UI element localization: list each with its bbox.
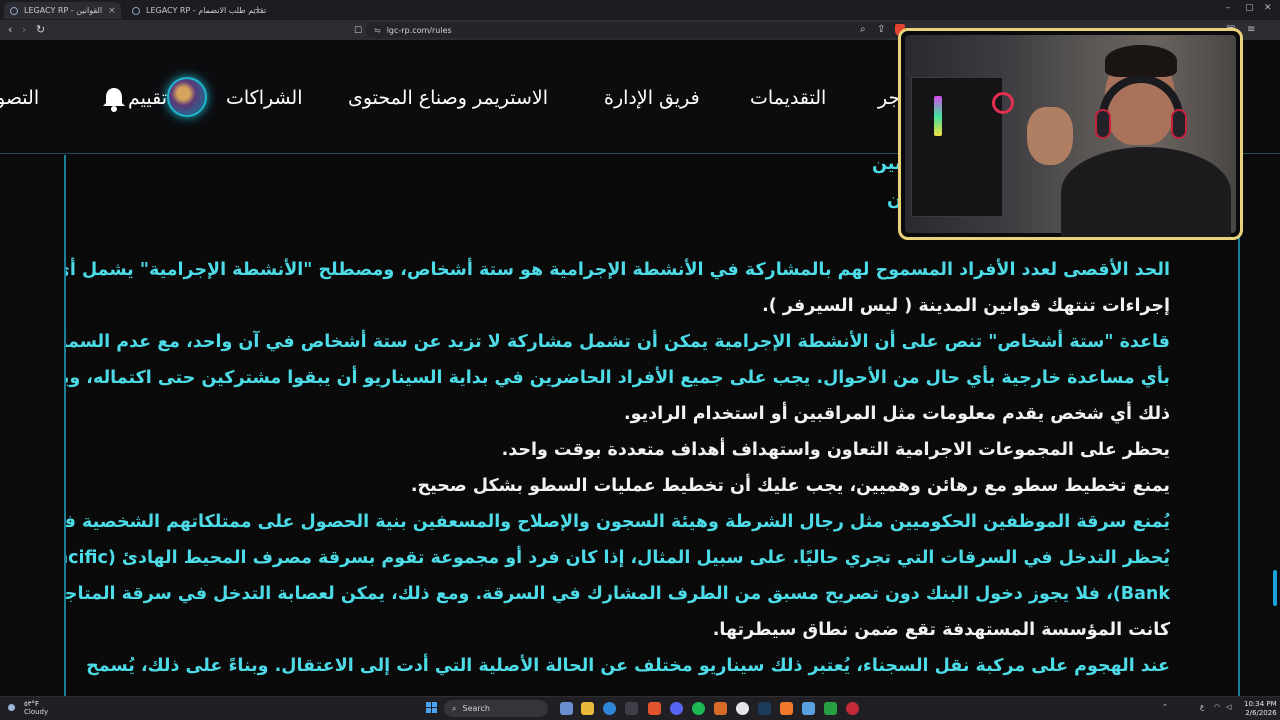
nav-item-rating[interactable]: تقييم bbox=[128, 87, 167, 109]
maximize-icon[interactable]: ▢ bbox=[1245, 3, 1254, 13]
keyboard-language[interactable]: ع bbox=[1200, 703, 1204, 711]
search-placeholder: Search bbox=[462, 704, 490, 713]
rule-line: يمنع تخطيط سطو مع رهائن وهميين، يجب عليك… bbox=[410, 476, 1170, 496]
zoom-icon[interactable]: ⌕ bbox=[860, 24, 866, 35]
address-bar[interactable]: ⇋ lgc-rp.com/rules bbox=[366, 22, 906, 38]
discord-icon[interactable] bbox=[670, 702, 683, 715]
nav-item-partial-left[interactable]: التصو bbox=[0, 87, 39, 109]
app-icon-2[interactable] bbox=[846, 702, 859, 715]
url-text[interactable]: lgc-rp.com/rules bbox=[387, 26, 452, 35]
steam-icon[interactable] bbox=[758, 702, 771, 715]
search-icon: ⌕ bbox=[452, 703, 457, 713]
close-tab-icon[interactable]: × bbox=[108, 6, 116, 16]
headphone-cup-left bbox=[1095, 109, 1111, 139]
launcher-icon[interactable] bbox=[802, 702, 815, 715]
cloud-icon bbox=[8, 704, 15, 711]
wifi-icon[interactable]: ◠ bbox=[1214, 703, 1220, 711]
brave-icon[interactable] bbox=[648, 702, 661, 715]
browser-tab-active[interactable]: LEGACY RP - القوانين × bbox=[4, 2, 121, 19]
bell-icon[interactable] bbox=[100, 85, 128, 113]
rgb-ram-image bbox=[934, 96, 942, 136]
system-clock[interactable]: 10:34 PM 2/6/2026 bbox=[1244, 700, 1277, 718]
obs-icon[interactable] bbox=[736, 702, 749, 715]
rule-line: Bank)، فلا يجوز دخول البنك دون تصريح مسب… bbox=[64, 584, 1170, 604]
volume-icon[interactable]: ◁ bbox=[1226, 703, 1231, 711]
nav-item-applications[interactable]: التقديمات bbox=[750, 87, 826, 109]
site-info-icon[interactable]: ⇋ bbox=[374, 26, 381, 35]
webcam-overlay bbox=[898, 28, 1243, 240]
spotify-icon[interactable] bbox=[692, 702, 705, 715]
rule-line: إجراءات تنتهك قوانين المدينة ( ليس السير… bbox=[762, 296, 1170, 316]
nav-item-partial-right[interactable]: جر bbox=[878, 87, 900, 109]
rule-line: ذلك أي شخص يقدم معلومات مثل المراقبين أو… bbox=[623, 404, 1170, 424]
task-view-icon[interactable] bbox=[560, 702, 573, 715]
streamer-shirt bbox=[1061, 147, 1231, 237]
forward-icon[interactable]: › bbox=[22, 23, 26, 37]
clock-time: 10:34 PM bbox=[1244, 700, 1277, 708]
tab-title: LEGACY RP - القوانين bbox=[24, 6, 103, 15]
share-icon[interactable]: ⇪ bbox=[877, 24, 885, 35]
xbox-icon[interactable] bbox=[824, 702, 837, 715]
windows-start-icon[interactable] bbox=[426, 702, 438, 714]
weather-temp: ٥٣°F bbox=[24, 700, 40, 708]
streamer-hair bbox=[1105, 45, 1177, 77]
nav-item-admin-team[interactable]: فريق الإدارة bbox=[604, 87, 700, 109]
weather-widget[interactable]: ٥٣°F Cloudy bbox=[8, 700, 48, 716]
tray-chevron-icon[interactable]: ⌃ bbox=[1162, 703, 1168, 711]
webcam-feed bbox=[905, 35, 1236, 237]
windows-taskbar: ٥٣°F Cloudy ⌕ Search ⌃ ع ◠ ◁ 10:34 PM 2/… bbox=[0, 696, 1280, 720]
rgb-fan-image bbox=[992, 92, 1014, 114]
rule-line: الحد الأقصى لعدد الأفراد المسموح لهم بال… bbox=[64, 260, 1170, 280]
menu-icon[interactable]: ≡ bbox=[1247, 24, 1255, 35]
new-tab-button[interactable]: + bbox=[253, 3, 262, 16]
site-favicon-icon bbox=[132, 6, 140, 15]
game-icon[interactable] bbox=[780, 702, 793, 715]
nav-item-partnerships[interactable]: الشراكات bbox=[226, 87, 303, 109]
weather-text: Cloudy bbox=[24, 708, 49, 716]
bookmark-icon[interactable]: ☐ bbox=[354, 24, 362, 38]
clock-date: 2/6/2026 bbox=[1245, 709, 1277, 717]
scrollbar-thumb[interactable] bbox=[1273, 570, 1277, 606]
rule-line: بأي مساعدة خارجية بأي حال من الأحوال. يج… bbox=[64, 368, 1170, 388]
browser-tab[interactable]: LEGACY RP - تقديم طلب الانضمام bbox=[126, 2, 266, 19]
user-avatar[interactable] bbox=[167, 77, 207, 117]
rule-line: يحظر على المجموعات الاجرامية التعاون واس… bbox=[501, 440, 1170, 460]
rule-line: يُحظر التدخل في السرقات التي تجري حاليًا… bbox=[66, 548, 1170, 568]
minimize-icon[interactable]: – bbox=[1226, 3, 1231, 13]
close-window-icon[interactable]: ✕ bbox=[1264, 3, 1272, 13]
taskbar-search[interactable]: ⌕ Search bbox=[444, 700, 548, 717]
rule-line: كانت المؤسسة المستهدفة تقع ضمن نطاق سيطر… bbox=[712, 620, 1170, 640]
back-icon[interactable]: ‹ bbox=[8, 23, 12, 37]
file-explorer-icon[interactable] bbox=[581, 702, 594, 715]
rule-line: عند الهجوم على مركبة نقل السجناء، يُعتبر… bbox=[86, 656, 1170, 676]
tab-title: LEGACY RP - تقديم طلب الانضمام bbox=[146, 6, 267, 15]
reload-icon[interactable]: ↻ bbox=[36, 23, 45, 37]
pc-case-image bbox=[911, 77, 1014, 217]
browser-tab-bar: LEGACY RP - القوانين × LEGACY RP - تقديم… bbox=[0, 0, 1280, 20]
headphone-cup-right bbox=[1171, 109, 1187, 139]
rule-line: يُمنع سرقة الموظفين الحكوميين مثل رجال ا… bbox=[64, 512, 1170, 532]
nav-item-streamers[interactable]: الاستريمر وصناع المحتوى bbox=[348, 87, 548, 109]
store-icon[interactable] bbox=[625, 702, 638, 715]
edge-icon[interactable] bbox=[603, 702, 616, 715]
rule-line: قاعدة "ستة أشخاص" تنص على أن الأنشطة الإ… bbox=[64, 332, 1170, 352]
app-icon[interactable] bbox=[714, 702, 727, 715]
streamer-hand bbox=[1027, 107, 1073, 165]
site-favicon-icon bbox=[10, 6, 18, 15]
